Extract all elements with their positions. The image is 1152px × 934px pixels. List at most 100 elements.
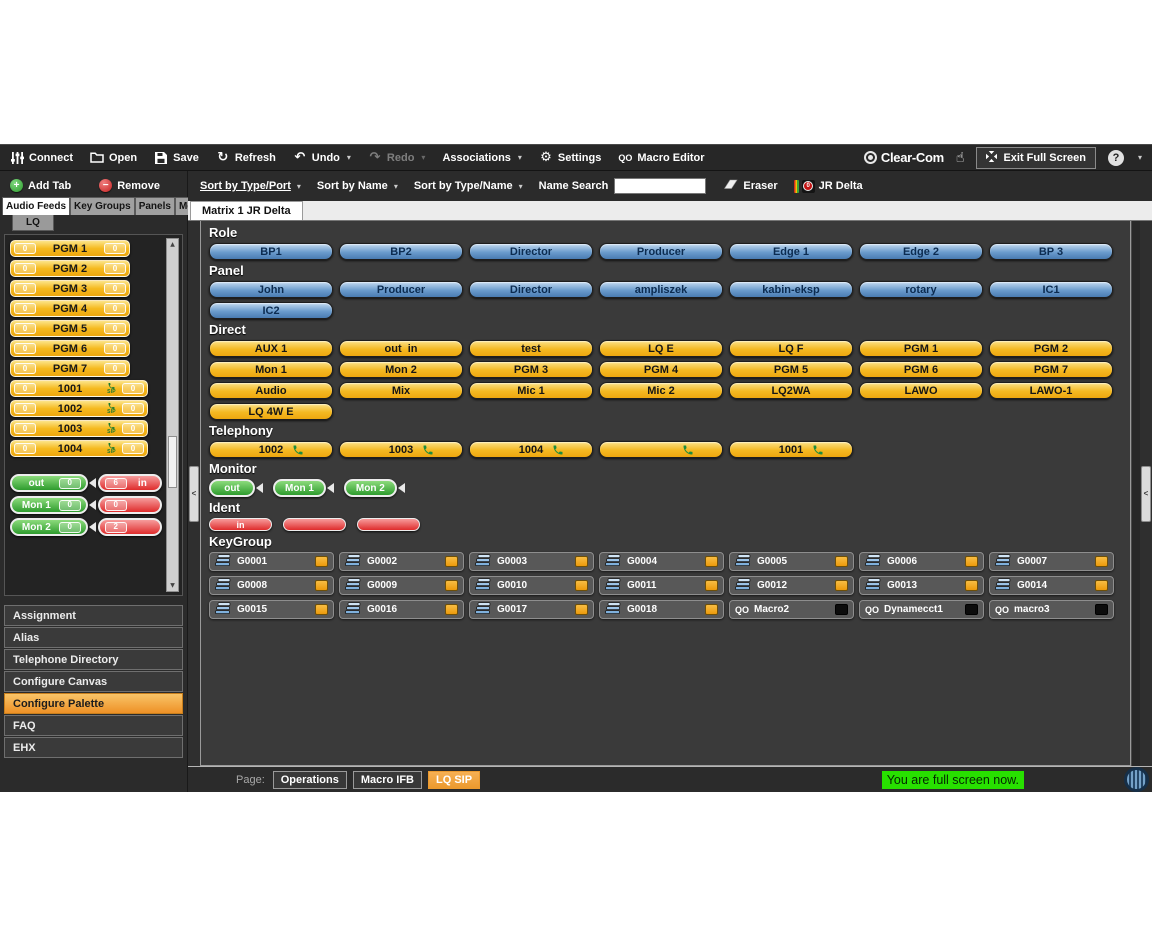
ident-key[interactable] [283,518,346,531]
direct-key[interactable]: LQ E [599,340,723,357]
audio-feed-key[interactable]: 0 1001 SIP 0 [10,380,148,397]
keygroup-key[interactable]: QO G0005 [729,552,854,571]
sidebar-menu-item[interactable]: Configure Canvas [4,671,183,692]
sidebar-menu-item[interactable]: Alias [4,627,183,648]
key-color-swatch[interactable] [575,556,588,567]
keygroup-key[interactable]: QO macro3 [989,600,1114,619]
connect-button[interactable]: Connect [10,152,73,164]
key-color-swatch[interactable] [835,580,848,591]
direct-key[interactable]: PGM 1 [859,340,983,357]
telephony-key[interactable]: 1004 [469,441,593,458]
exit-full-screen-button[interactable]: Exit Full Screen [976,147,1096,169]
keygroup-key[interactable]: QO G0016 [339,600,464,619]
audio-feed-key[interactable]: 0 PGM 6 SIP 0 [10,340,130,357]
direct-key[interactable]: LQ F [729,340,853,357]
hand-pointer-icon[interactable]: ☝ [956,150,965,166]
direct-key[interactable]: PGM 7 [989,361,1113,378]
key-color-swatch[interactable] [315,556,328,567]
keygroup-key[interactable]: QO G0015 [209,600,334,619]
key-color-swatch[interactable] [965,556,978,567]
telephony-key[interactable]: 1001 [729,441,853,458]
audio-feed-key[interactable]: 0 PGM 4 SIP 0 [10,300,130,317]
chevron-down-icon[interactable]: ▾ [518,153,522,162]
page-tab-button[interactable]: Macro IFB [353,771,422,789]
panel-key[interactable]: IC2 [209,302,333,319]
direct-key[interactable]: Mic 1 [469,382,593,399]
key-color-swatch[interactable] [965,604,978,615]
eraser-button[interactable]: Eraser [722,179,777,193]
sort-by-type-name-button[interactable]: Sort by Type/Name ▾ [414,180,523,192]
keygroup-key[interactable]: QO G0001 [209,552,334,571]
direct-key[interactable]: AUX 1 [209,340,333,357]
key-color-swatch[interactable] [705,556,718,567]
key-color-swatch[interactable] [445,604,458,615]
scroll-up-icon[interactable]: ▲ [170,239,175,250]
keygroup-key[interactable]: QO G0006 [859,552,984,571]
key-color-swatch[interactable] [835,556,848,567]
key-color-swatch[interactable] [705,580,718,591]
keygroup-key[interactable]: QO G0014 [989,576,1114,595]
panel-key[interactable]: Producer [339,281,463,298]
monitor-key[interactable]: out [209,479,255,497]
sidebar-menu-item[interactable]: Configure Palette [4,693,183,714]
role-key[interactable]: Director [469,243,593,260]
key-color-swatch[interactable] [445,580,458,591]
direct-key[interactable]: LAWO [859,382,983,399]
sidebar-tab[interactable]: Panels [135,197,175,215]
key-color-swatch[interactable] [835,604,848,615]
key-color-swatch[interactable] [575,580,588,591]
direct-key[interactable]: Audio [209,382,333,399]
associations-button[interactable]: Associations ▾ [442,152,521,164]
chevron-down-icon[interactable]: ▾ [347,153,351,162]
direct-key[interactable]: out in [339,340,463,357]
direct-key[interactable]: test [469,340,593,357]
chevron-down-icon[interactable]: ▾ [1138,153,1142,162]
keygroup-key[interactable]: QO Dynamecct1 [859,600,984,619]
scroll-down-icon[interactable]: ▼ [170,580,175,591]
audio-feed-key[interactable]: 0 PGM 7 SIP 0 [10,360,130,377]
monitor-in-key[interactable]: 6 in [98,474,162,492]
audio-feed-key[interactable]: 0 PGM 2 SIP 0 [10,260,130,277]
sidebar-scrollbar[interactable]: ▲ ▼ [166,238,179,592]
macro-editor-button[interactable]: QO Macro Editor [618,152,704,164]
telephony-key[interactable] [599,441,723,458]
remove-tab-button[interactable]: − Remove [99,179,160,192]
direct-key[interactable]: LQ2WA [729,382,853,399]
monitor-out-key[interactable]: Mon 1 0 [10,496,88,514]
audio-feed-key[interactable]: 0 1002 SIP 0 [10,400,148,417]
key-color-swatch[interactable] [705,604,718,615]
role-key[interactable]: BP 3 [989,243,1113,260]
direct-key[interactable]: Mix [339,382,463,399]
direct-key[interactable]: PGM 6 [859,361,983,378]
add-tab-button[interactable]: + Add Tab [10,179,71,192]
direct-key[interactable]: PGM 2 [989,340,1113,357]
audio-feed-key[interactable]: 0 PGM 5 SIP 0 [10,320,130,337]
direct-key[interactable]: Mon 2 [339,361,463,378]
collapse-left-handle[interactable]: < [189,466,199,522]
save-button[interactable]: Save [154,152,199,164]
help-button[interactable]: ? [1108,150,1124,166]
key-color-swatch[interactable] [315,580,328,591]
panel-key[interactable]: John [209,281,333,298]
panel-key[interactable]: kabin-eksp [729,281,853,298]
key-color-swatch[interactable] [965,580,978,591]
keygroup-key[interactable]: QO G0011 [599,576,724,595]
telephony-key[interactable]: 1003 [339,441,463,458]
keygroup-key[interactable]: QO G0008 [209,576,334,595]
monitor-in-key[interactable]: 0 [98,496,162,514]
audio-feed-key[interactable]: 0 1004 SIP 0 [10,440,148,457]
page-tab-button[interactable]: LQ SIP [428,771,480,789]
sidebar-menu-item[interactable]: Assignment [4,605,183,626]
sidebar-menu-item[interactable]: FAQ [4,715,183,736]
key-color-swatch[interactable] [575,604,588,615]
key-color-swatch[interactable] [1095,580,1108,591]
role-key[interactable]: Edge 1 [729,243,853,260]
keygroup-key[interactable]: QO G0009 [339,576,464,595]
keygroup-key[interactable]: QO G0002 [339,552,464,571]
keygroup-key[interactable]: QO G0012 [729,576,854,595]
page-tab-button[interactable]: Operations [273,771,347,789]
direct-key[interactable]: PGM 4 [599,361,723,378]
matrix-status[interactable]: 0 JR Delta [794,180,863,193]
keygroup-key[interactable]: QO G0017 [469,600,594,619]
role-key[interactable]: BP2 [339,243,463,260]
